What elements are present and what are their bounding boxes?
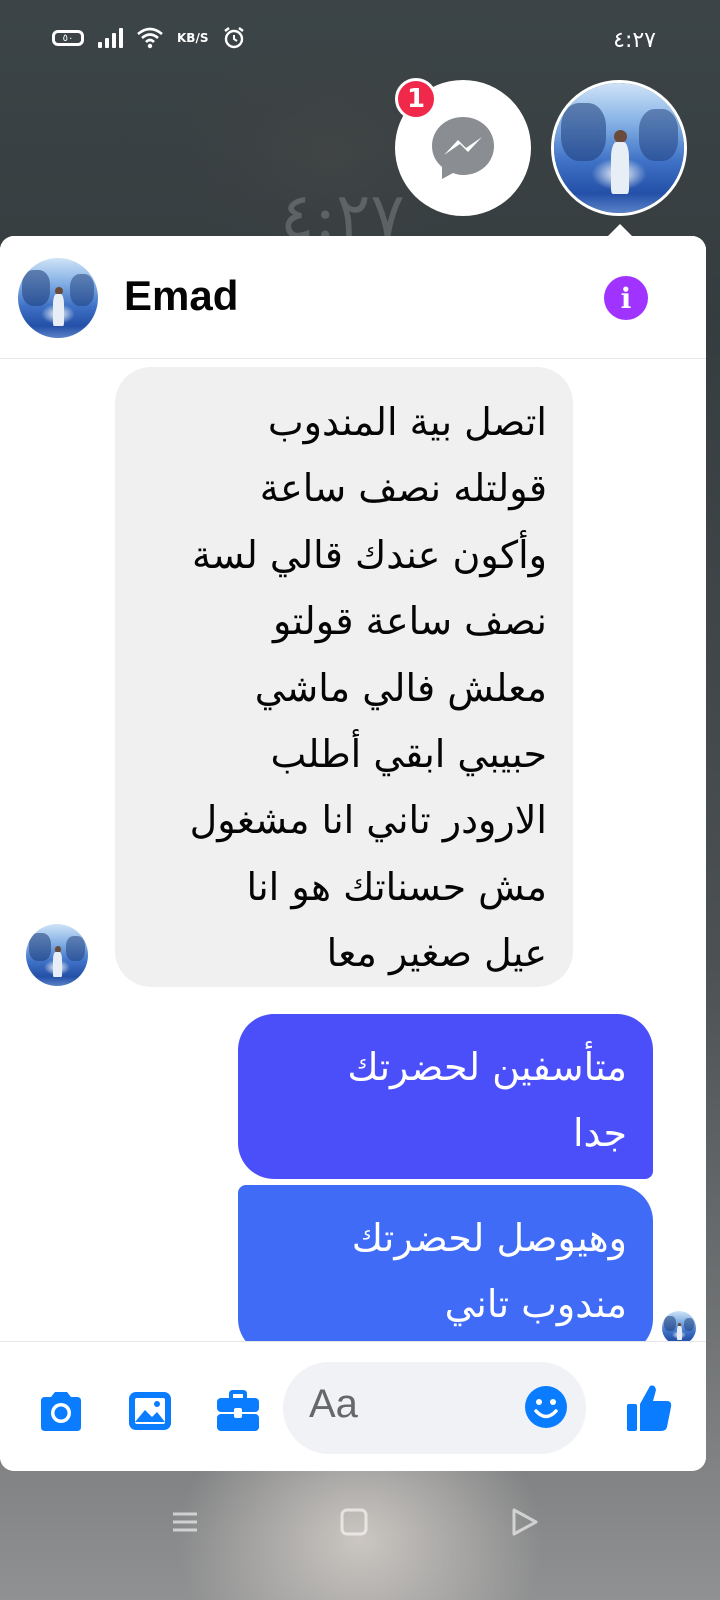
camera-icon[interactable]: [37, 1389, 85, 1433]
signal-icon: [98, 28, 123, 48]
back-icon[interactable]: [504, 1502, 544, 1542]
message-line: اتصل بية المندوب: [267, 400, 547, 444]
battery-icon: ٥٠: [52, 30, 84, 46]
chat-panel: Emad i اتصل بية المندوب قولتله نصف ساعة …: [0, 236, 706, 1471]
alarm-icon: [224, 27, 245, 49]
menu-icon[interactable]: [165, 1502, 205, 1542]
message-line: حبيبي ابقي أطلب: [270, 732, 547, 777]
contact-name[interactable]: Emad: [124, 272, 238, 320]
status-bar: ٥٠ KB/S ٤:٢٧: [0, 0, 720, 80]
status-icons: ٥٠ KB/S: [52, 26, 246, 50]
message-line: متأسفين لحضرتك: [347, 1045, 627, 1089]
wifi-icon: [137, 27, 163, 49]
battery-level: ٥٠: [62, 32, 74, 44]
seen-indicator-avatar: [662, 1311, 696, 1345]
message-line: عيل صغير معا: [326, 931, 547, 976]
system-nav-bar: [0, 1480, 720, 1600]
contact-avatar[interactable]: [18, 258, 98, 338]
message-line: جدا: [573, 1111, 627, 1155]
incoming-message[interactable]: اتصل بية المندوب قولتله نصف ساعة وأكون ع…: [115, 367, 573, 987]
message-composer: Aa: [0, 1341, 706, 1471]
message-input[interactable]: Aa: [283, 1362, 586, 1454]
emoji-icon[interactable]: [523, 1384, 569, 1430]
unread-badge: 1: [395, 78, 437, 120]
message-line: قولتله نصف ساعة: [259, 466, 547, 511]
image-icon[interactable]: [126, 1389, 174, 1433]
chat-header: Emad i: [0, 236, 706, 359]
message-line: الارودر تاني انا مشغول: [189, 798, 547, 843]
message-line: معلش فالي ماشي: [254, 665, 547, 710]
briefcase-icon[interactable]: [214, 1389, 262, 1433]
outgoing-message[interactable]: متأسفين لحضرتك جدا: [238, 1014, 653, 1179]
outgoing-message[interactable]: وهيوصل لحضرتك مندوب تاني: [238, 1185, 653, 1355]
avatar: [554, 83, 684, 213]
message-line: نصف ساعة قولتو: [273, 599, 547, 644]
message-line: وأكون عندك قالي لسة: [191, 532, 547, 577]
messenger-icon: [432, 117, 494, 179]
sender-avatar[interactable]: [26, 924, 88, 986]
contact-chathead[interactable]: [551, 80, 687, 216]
info-icon[interactable]: i: [604, 276, 648, 320]
home-icon[interactable]: [334, 1502, 374, 1542]
status-time: ٤:٢٧: [613, 28, 656, 53]
message-list: اتصل بية المندوب قولتله نصف ساعة وأكون ع…: [0, 359, 706, 1355]
message-line: مش حسناتك هو انا: [246, 864, 547, 909]
net-speed: KB/S: [177, 31, 209, 45]
message-input-placeholder: Aa: [309, 1382, 358, 1426]
message-line: مندوب تاني: [444, 1282, 627, 1326]
thumbs-up-icon[interactable]: [624, 1382, 674, 1434]
message-line: وهيوصل لحضرتك: [351, 1216, 627, 1260]
